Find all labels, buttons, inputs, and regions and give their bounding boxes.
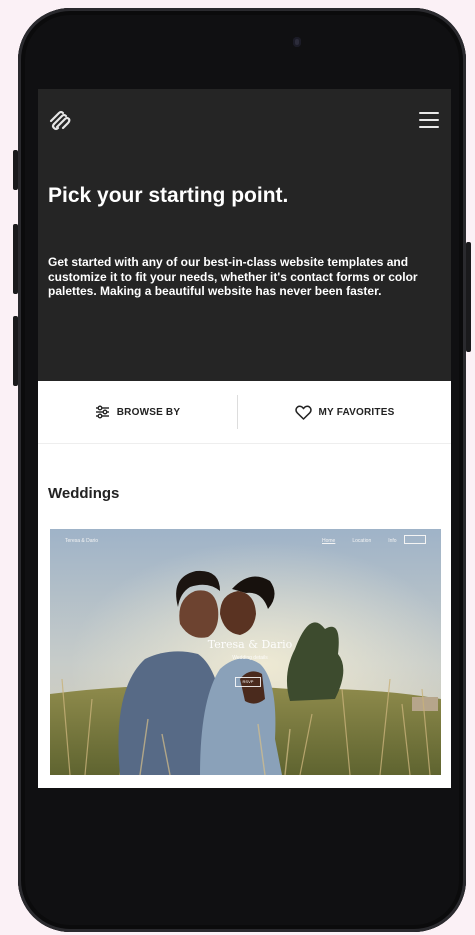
section-title: Weddings: [48, 485, 120, 502]
phone-screen: Pick your starting point. Get started wi…: [38, 89, 451, 788]
my-favorites-label: MY FAVORITES: [318, 406, 395, 418]
template-nav-button: [404, 535, 426, 544]
template-nav-links: Home Location Info: [322, 538, 397, 544]
browse-by-label: BROWSE BY: [116, 406, 181, 418]
heart-icon: [294, 404, 312, 420]
template-nav-link: Home: [322, 538, 336, 544]
template-preview-image: [50, 529, 441, 775]
template-nav-link: Location: [352, 538, 372, 544]
power-button: [466, 242, 471, 352]
squarespace-logo-icon[interactable]: [48, 109, 72, 133]
front-camera: [293, 37, 301, 47]
filter-bar: BROWSE BY MY FAVORITES: [38, 381, 451, 444]
hero-section: Pick your starting point. Get started wi…: [38, 89, 451, 381]
hero-title: Pick your starting point.: [48, 184, 289, 207]
template-nav-link: Info: [388, 538, 397, 544]
template-nav: Teresa & Dario Home Location Info: [50, 529, 441, 551]
my-favorites-button[interactable]: MY FAVORITES: [238, 381, 451, 443]
sliders-icon: [95, 405, 109, 419]
hero-description: Get started with any of our best-in-clas…: [48, 255, 418, 298]
template-rsvp-button: RSVP: [235, 677, 261, 687]
template-brand: Teresa & Dario: [65, 538, 99, 544]
wedding-template-card[interactable]: Teresa & Dario Home Location Info Teresa…: [50, 529, 441, 775]
hamburger-menu-icon[interactable]: [419, 112, 439, 130]
template-heading: Teresa & Dario: [207, 638, 293, 651]
template-details: Wedding details: [232, 655, 268, 661]
browse-by-button[interactable]: BROWSE BY: [38, 381, 237, 443]
